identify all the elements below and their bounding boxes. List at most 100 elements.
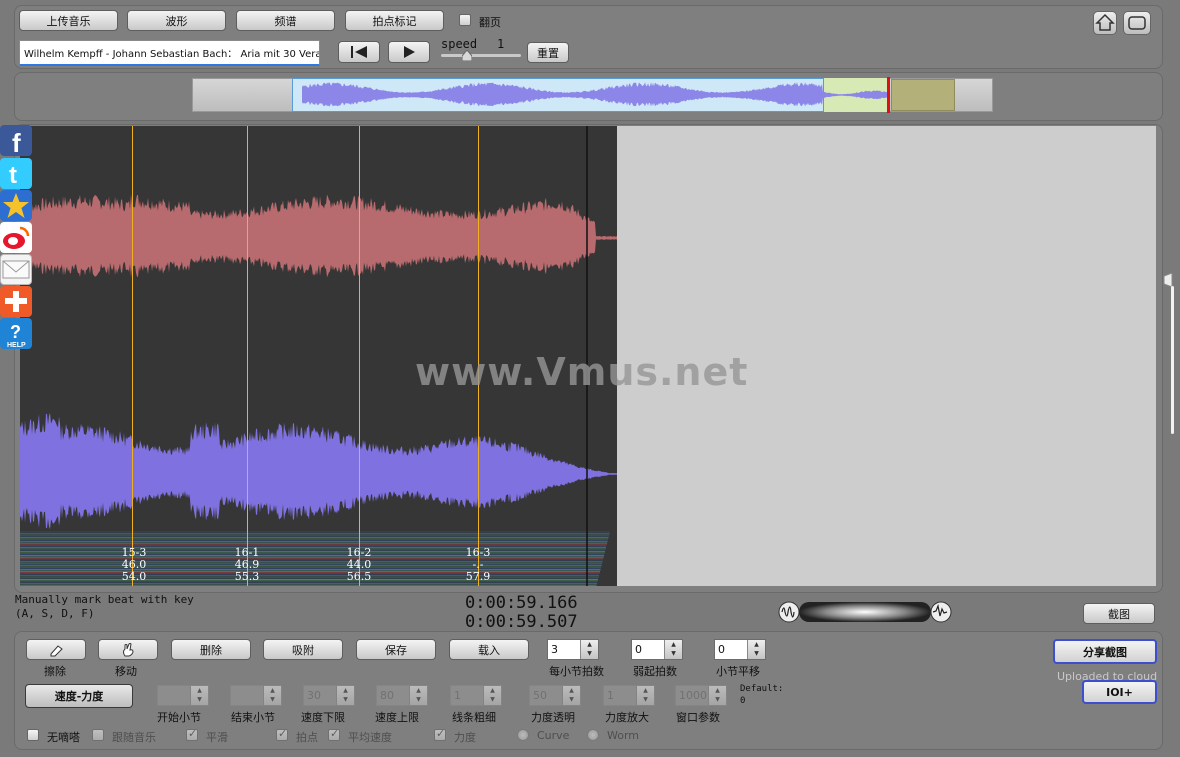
line-width-stepper[interactable]: 1 ▲ ▼ — [450, 685, 502, 706]
curve-label: Curve — [537, 729, 570, 742]
pickup-beats-stepper[interactable]: 0 ▲ ▼ — [631, 639, 683, 660]
save-button[interactable]: 保存 — [356, 639, 436, 660]
fullscreen-icon — [1128, 16, 1146, 30]
track-title-field[interactable]: Wilhelm Kempff - Johann Sebastian Bach： … — [19, 40, 320, 66]
beat-checkbox[interactable]: ✓ — [276, 727, 288, 741]
beat-label: 拍点 — [296, 731, 318, 744]
follow-music-label: 跟随音乐 — [112, 731, 156, 744]
attach-button[interactable]: 吸附 — [263, 639, 343, 660]
load-button[interactable]: 载入 — [449, 639, 529, 660]
dyn-zoom-stepper[interactable]: 1 ▲ ▼ — [603, 685, 655, 706]
page-turn-checkbox[interactable] — [459, 14, 471, 26]
screenshot-button[interactable]: 截图 — [1083, 603, 1155, 624]
home-button[interactable] — [1093, 11, 1117, 35]
reset-button[interactable]: 重置 — [527, 42, 569, 63]
skip-back-icon — [351, 46, 367, 58]
hint-line-2: (A, S, D, F) — [15, 607, 95, 620]
beat-line[interactable] — [132, 126, 133, 586]
overview-playhead[interactable] — [887, 77, 890, 113]
speed-value: 1 — [497, 37, 505, 51]
beat-line[interactable] — [247, 126, 248, 586]
no-tick-checkbox[interactable] — [27, 729, 39, 741]
beat-mark-button[interactable]: 拍点标记 — [345, 10, 444, 31]
speed-slider-track[interactable] — [441, 54, 521, 57]
window-param-value: 1000 — [679, 689, 707, 702]
beat-dynamics: 55.3 — [234, 570, 260, 583]
help-icon[interactable]: ? HELP — [0, 318, 32, 349]
facebook-icon[interactable]: f — [0, 125, 32, 158]
current-time: 0:00:59.166 — [465, 593, 578, 613]
no-tick-label: 无嘀嗒 — [47, 731, 80, 744]
overview-waveform — [302, 82, 887, 107]
vertical-scrollbar[interactable] — [1171, 286, 1174, 434]
svg-text:f: f — [12, 128, 21, 156]
mail-icon[interactable] — [0, 254, 32, 285]
smooth-checkbox[interactable]: ✓ — [186, 727, 198, 741]
move-label: 移动 — [115, 665, 137, 678]
pickup-beats-label: 弱起拍数 — [633, 665, 677, 678]
play-icon — [404, 46, 415, 58]
beat-dynamics: 57.9 — [465, 570, 491, 583]
ioi-plus-button[interactable]: IOI+ — [1082, 680, 1157, 704]
delete-button[interactable]: 删除 — [171, 639, 251, 660]
tempo-max-value: 80 — [380, 689, 394, 702]
beats-per-bar-stepper[interactable]: 3 ▲ ▼ — [547, 639, 599, 660]
tempo-max-stepper[interactable]: 80 ▲ ▼ — [376, 685, 428, 706]
rewind-button[interactable] — [338, 41, 380, 63]
weibo-icon[interactable] — [0, 222, 32, 253]
tempo-max-label: 速度上限 — [375, 711, 419, 724]
page-turn-label: 翻页 — [479, 16, 501, 29]
speed-label: speed — [441, 37, 478, 51]
watermark: www.Vmus.net — [415, 350, 749, 394]
share-screenshot-button[interactable]: 分享截图 — [1053, 639, 1157, 664]
end-bar-stepper[interactable]: ▲ ▼ — [230, 685, 282, 706]
chevron-left-icon — [1163, 272, 1173, 288]
tempo-dynamics-button[interactable]: 速度-力度 — [25, 684, 133, 708]
twitter-icon[interactable]: t — [0, 158, 32, 189]
scroll-arrow[interactable] — [1162, 272, 1174, 288]
move-button[interactable] — [98, 639, 158, 660]
worm-radio[interactable] — [587, 729, 599, 741]
waveform-button[interactable]: 波形 — [127, 10, 226, 31]
dynamics-label: 力度 — [454, 731, 476, 744]
dyn-alpha-stepper[interactable]: 50 ▲ ▼ — [529, 685, 581, 706]
bar-shift-stepper[interactable]: 0 ▲ ▼ — [714, 639, 766, 660]
dyn-zoom-label: 力度放大 — [605, 711, 649, 724]
move-hand-icon — [123, 642, 134, 656]
beat-line[interactable] — [359, 126, 360, 586]
upload-music-button[interactable]: 上传音乐 — [19, 10, 118, 31]
dyn-alpha-label: 力度透明 — [531, 711, 575, 724]
curve-radio[interactable] — [517, 729, 529, 741]
speed-slider-thumb[interactable] — [461, 49, 473, 62]
favorite-star-icon[interactable] — [0, 190, 32, 221]
overview-future-region — [891, 79, 955, 111]
pickup-beats-value: 0 — [635, 643, 642, 656]
erase-button[interactable] — [26, 639, 86, 660]
beat-label: 16-2 44.0 56.5 — [339, 547, 379, 583]
svg-text:HELP: HELP — [7, 342, 26, 349]
bar-shift-value: 0 — [718, 643, 725, 656]
follow-music-checkbox[interactable] — [92, 729, 104, 741]
volume-control[interactable] — [777, 599, 953, 625]
erase-label: 擦除 — [44, 665, 66, 678]
default-value: 0 — [740, 696, 746, 706]
dynamics-checkbox[interactable]: ✓ — [434, 727, 446, 741]
avg-tempo-checkbox[interactable]: ✓ — [328, 727, 340, 741]
add-share-icon[interactable] — [0, 286, 32, 317]
window-param-stepper[interactable]: 1000 ▲ ▼ — [675, 685, 727, 706]
tempo-min-value: 30 — [307, 689, 321, 702]
beat-dynamics: 56.5 — [346, 570, 372, 583]
line-width-label: 线条粗细 — [452, 711, 496, 724]
start-bar-stepper[interactable]: ▲ ▼ — [157, 685, 209, 706]
play-button[interactable] — [388, 41, 430, 63]
eraser-icon — [50, 644, 63, 656]
spectrum-button[interactable]: 频谱 — [236, 10, 335, 31]
tempo-min-stepper[interactable]: 30 ▲ ▼ — [303, 685, 355, 706]
fullscreen-button[interactable] — [1123, 11, 1151, 35]
line-width-value: 1 — [454, 689, 461, 702]
home-icon — [1095, 13, 1115, 31]
beat-dynamics: 54.0 — [121, 570, 147, 583]
svg-text:?: ? — [10, 322, 21, 342]
total-time: 0:00:59.507 — [465, 612, 578, 632]
dyn-alpha-value: 50 — [533, 689, 547, 702]
